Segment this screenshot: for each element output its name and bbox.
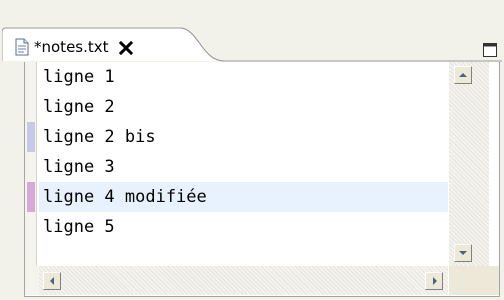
text-file-icon (14, 38, 30, 56)
scroll-right-button[interactable] (425, 272, 443, 290)
close-icon[interactable] (118, 40, 133, 56)
scroll-down-button[interactable] (454, 244, 472, 262)
arrow-left-icon (50, 277, 54, 285)
scrollbar-corner (449, 266, 499, 295)
scroll-up-button[interactable] (454, 66, 472, 84)
editor-window: *notes.txt ligne 1 ligne 2 ligne 2 bis l… (0, 0, 504, 300)
text-line[interactable]: ligne 2 bis (39, 122, 448, 152)
added-line-marker (27, 122, 35, 152)
arrow-up-icon (459, 73, 467, 77)
arrow-right-icon (433, 277, 437, 285)
tab-strip: *notes.txt (2, 6, 502, 62)
text-line[interactable]: ligne 2 (39, 92, 448, 122)
maximize-icon[interactable] (482, 42, 498, 58)
vertical-scrollbar[interactable] (449, 62, 489, 266)
quick-diff-ruler (25, 62, 37, 266)
text-line[interactable]: ligne 5 (39, 212, 448, 242)
tab-title: *notes.txt (34, 38, 109, 56)
text-editor[interactable]: ligne 1 ligne 2 ligne 2 bis ligne 3 lign… (24, 62, 500, 297)
arrow-down-icon (459, 251, 467, 255)
ruler-footer (25, 266, 39, 295)
tab-notes[interactable]: *notes.txt (14, 34, 133, 60)
text-line[interactable]: ligne 3 (39, 152, 448, 182)
text-line[interactable]: ligne 1 (39, 62, 448, 92)
horizontal-scrollbar[interactable] (39, 266, 448, 295)
scroll-left-button[interactable] (43, 272, 61, 290)
modified-line-marker (27, 182, 35, 212)
current-text-line[interactable]: ligne 4 modifiée (39, 182, 448, 212)
text-area[interactable]: ligne 1 ligne 2 ligne 2 bis ligne 3 lign… (39, 62, 448, 266)
